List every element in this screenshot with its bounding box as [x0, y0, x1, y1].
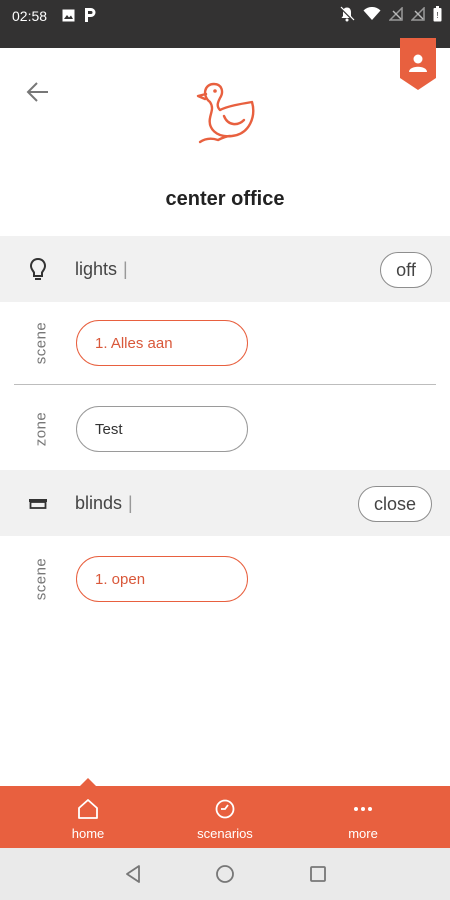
wifi-icon [363, 7, 381, 20]
group-name: lights [75, 259, 118, 279]
group-separator: | [123, 259, 128, 279]
clock-icon [215, 799, 235, 819]
nav-label: more [348, 826, 378, 841]
row-label: scene [32, 321, 50, 365]
group-label: lights | [75, 259, 128, 280]
no-signal-icon [411, 7, 425, 21]
nav-label: home [71, 826, 105, 841]
image-icon [62, 9, 75, 21]
home-icon [78, 799, 98, 819]
page-title: center office [165, 188, 285, 210]
scene-select-field[interactable]: 1. Alles aan [76, 320, 248, 366]
row-lights-zone: zone Test [0, 388, 450, 470]
blinds-icon [29, 499, 47, 509]
back-triangle-icon[interactable] [122, 863, 144, 885]
lights-off-button[interactable]: off [380, 252, 432, 288]
blinds-close-button[interactable]: close [358, 486, 432, 522]
profile-badge-icon[interactable] [400, 38, 436, 90]
nav-label: scenarios [197, 826, 253, 841]
row-blinds-scene: scene 1. open [0, 538, 450, 620]
home-circle-icon[interactable] [214, 863, 236, 885]
divider [14, 384, 436, 385]
group-separator: | [128, 493, 133, 513]
mute-bell-icon [340, 6, 355, 22]
nav-scenarios[interactable]: scenarios [165, 786, 285, 848]
recents-square-icon[interactable] [307, 863, 329, 885]
lightbulb-icon [29, 257, 47, 280]
svg-text:!: ! [436, 11, 438, 20]
status-bar: 02:58 ! [0, 0, 450, 48]
zone-select-field[interactable]: Test [76, 406, 248, 452]
arrow-left-icon[interactable] [22, 76, 54, 108]
row-lights-scene: scene 1. Alles aan [0, 302, 450, 384]
scene-select-field[interactable]: 1. open [76, 556, 248, 602]
nav-more[interactable]: more [303, 786, 423, 848]
nav-home[interactable]: home [28, 786, 148, 848]
group-label: blinds | [75, 493, 133, 514]
row-label: scene [32, 557, 50, 601]
dots-icon [354, 807, 372, 811]
group-name: blinds [75, 493, 123, 513]
bottom-nav: home scenarios more [0, 778, 450, 848]
no-signal-icon [389, 7, 403, 21]
status-time: 02:58 [12, 8, 48, 24]
system-nav-bar [0, 848, 450, 900]
row-label: zone [32, 411, 50, 447]
battery-icon: ! [433, 6, 442, 22]
group-header-lights: lights | off [0, 236, 450, 302]
group-header-blinds: blinds | close [0, 470, 450, 536]
duck-logo-icon [196, 82, 255, 144]
app-content: center office lights | off scene 1. Alles… [0, 38, 450, 786]
p-icon [85, 8, 96, 22]
